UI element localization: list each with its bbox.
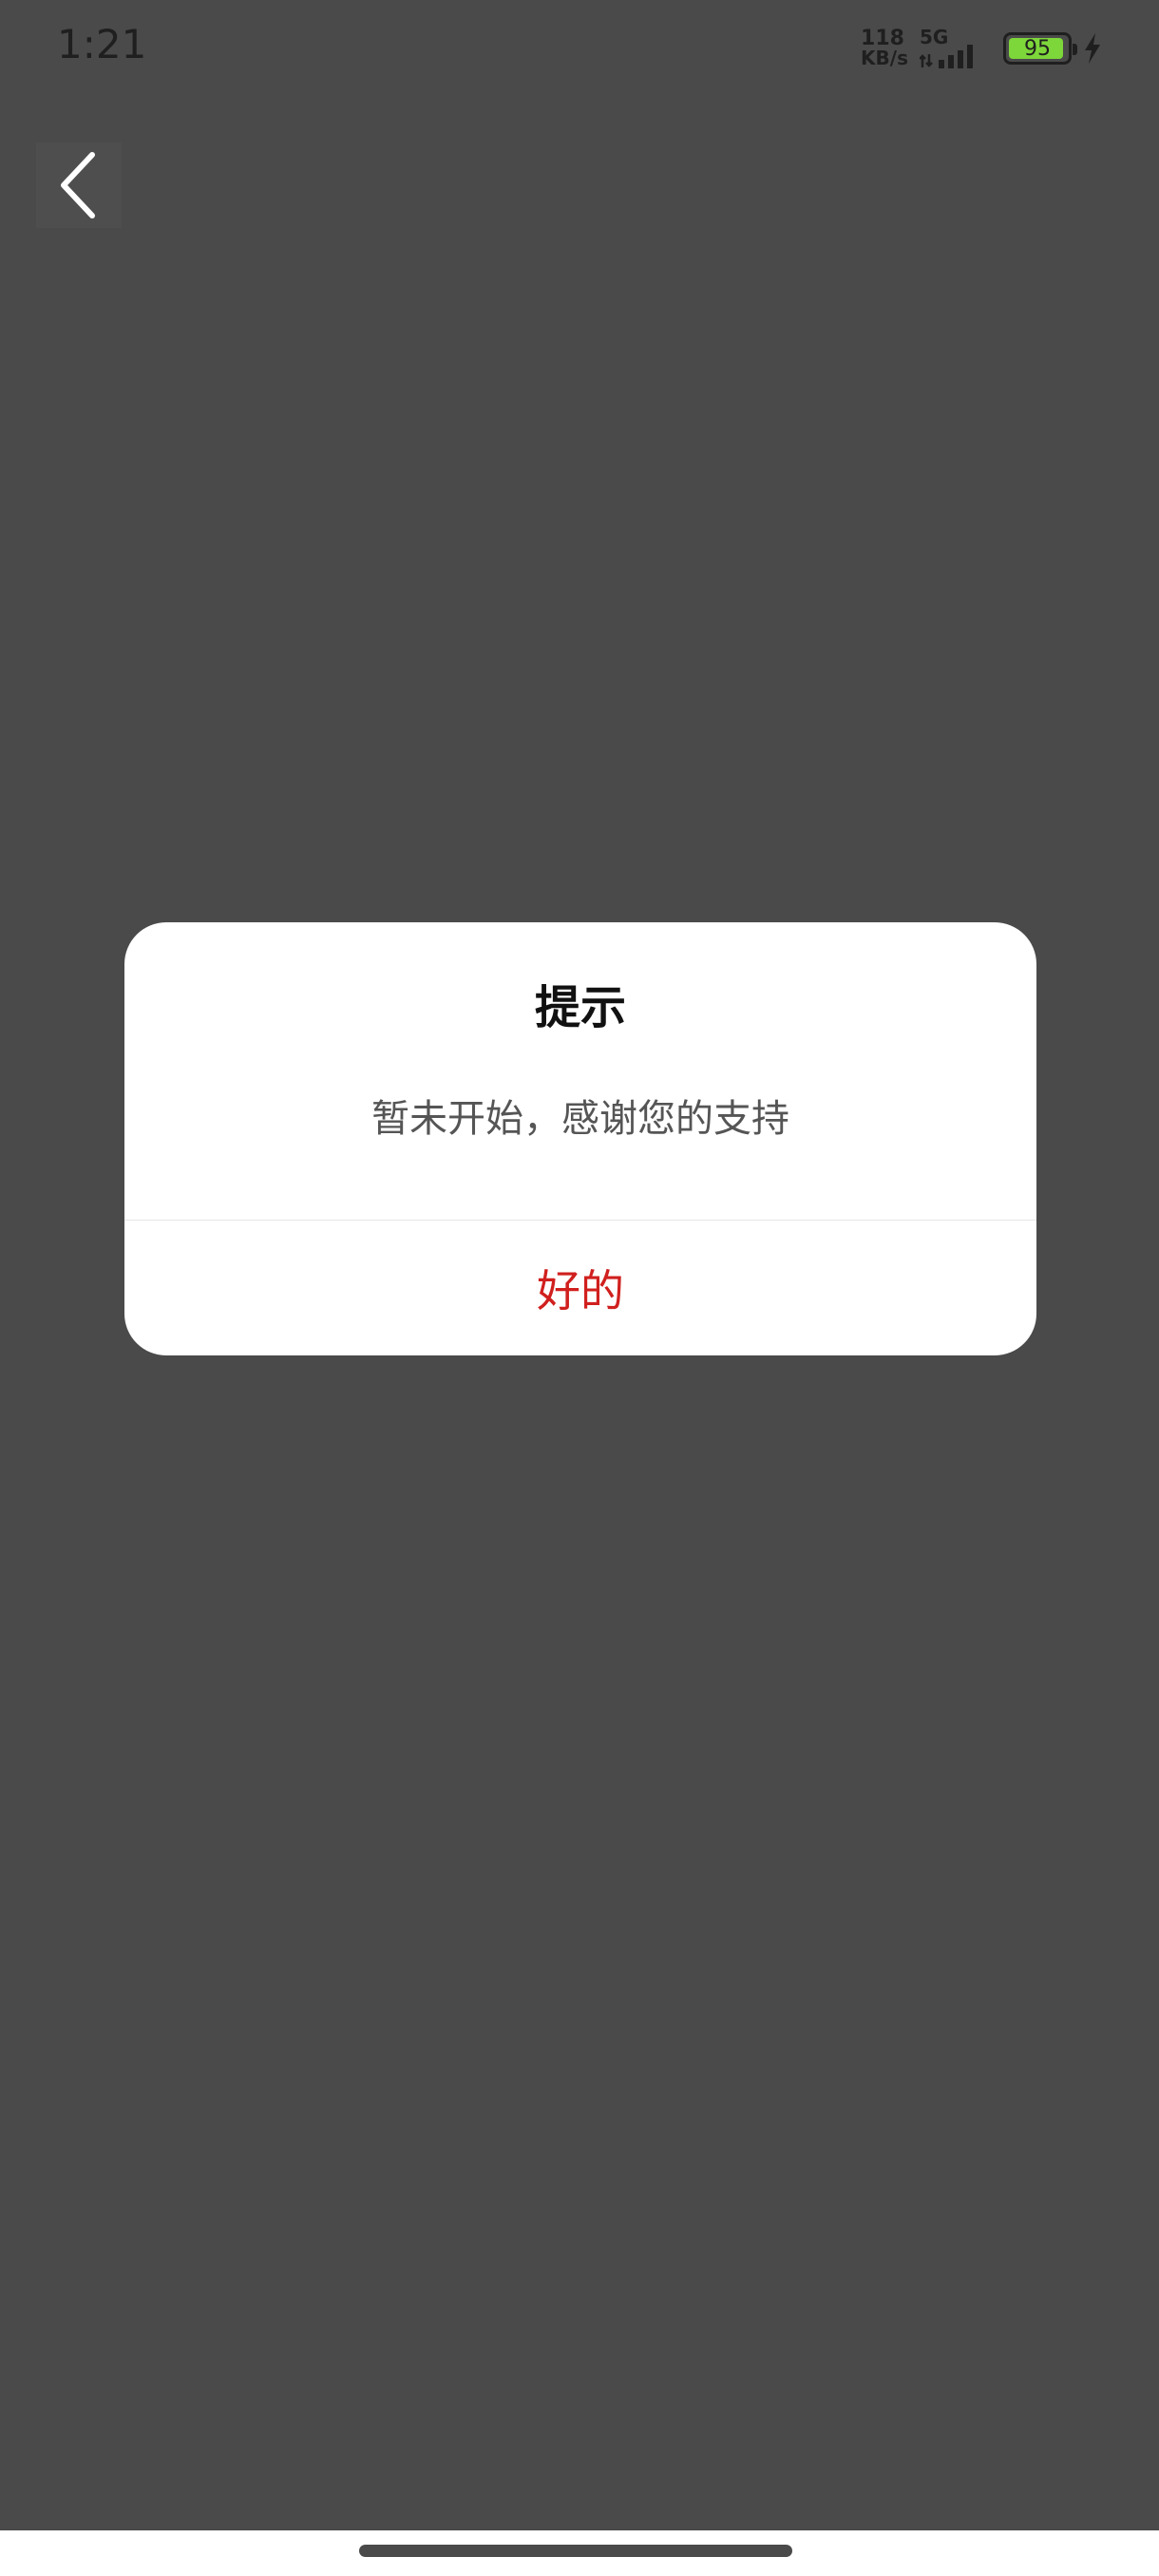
- back-button[interactable]: [36, 142, 122, 228]
- signal-icon: 5G: [920, 26, 992, 69]
- status-time: 1:21: [57, 21, 147, 67]
- chevron-left-icon: [61, 152, 95, 218]
- network-speed: 118 KB/s: [861, 27, 908, 69]
- home-indicator[interactable]: [359, 2545, 792, 2557]
- battery-tip: [1073, 44, 1077, 55]
- network-speed-value: 118: [861, 27, 904, 50]
- status-bar: 1:21 118 KB/s 5G 95: [0, 0, 1159, 95]
- alert-dialog: 提示 暂未开始，感谢您的支持 好的: [124, 922, 1036, 1355]
- confirm-button[interactable]: 好的: [124, 1221, 1036, 1355]
- battery-icon: 95: [1003, 32, 1077, 65]
- charging-bolt-icon: [1085, 33, 1100, 64]
- network-speed-unit: KB/s: [861, 47, 908, 69]
- dialog-title: 提示: [534, 981, 626, 1034]
- dialog-message: 暂未开始，感谢您的支持: [371, 1097, 789, 1141]
- status-icons: 118 KB/s 5G 95: [861, 25, 1102, 72]
- battery-level: 95: [1024, 36, 1051, 61]
- signal-bars-icon: [920, 45, 973, 68]
